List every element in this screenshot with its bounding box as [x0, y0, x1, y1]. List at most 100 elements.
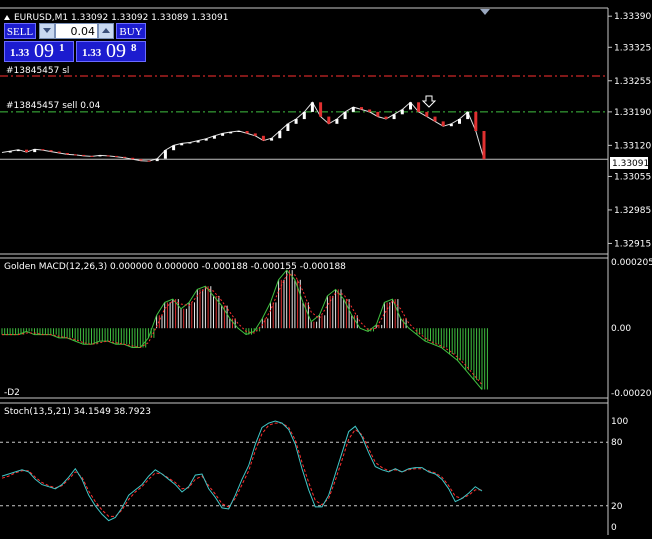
price-tick-label: 1.33390: [614, 12, 651, 22]
price-candle: [458, 119, 461, 124]
price-candle: [261, 135, 265, 141]
lot-size-input[interactable]: [55, 23, 98, 39]
price-candle: [294, 119, 298, 124]
buy-price-prefix: 1.33: [82, 47, 102, 59]
price-tick-label: 1.32985: [614, 206, 651, 216]
price-candle: [163, 150, 167, 159]
buy-price-button[interactable]: 1.33 09 8: [76, 40, 146, 62]
entry-order-label: #13845457 sell 0.04: [6, 101, 101, 111]
current-price-text: 1.33091: [612, 159, 649, 169]
price-candle: [253, 133, 257, 136]
price-candle: [392, 114, 396, 120]
sell-price-fraction: 1: [59, 42, 65, 54]
price-candle: [25, 149, 28, 153]
price-candle: [16, 149, 20, 152]
price-tick-label: 1.32915: [614, 239, 651, 249]
price-candle: [33, 149, 37, 153]
price-candle: [335, 119, 339, 124]
price-candle: [196, 140, 200, 143]
price-candle: [106, 155, 110, 157]
buy-price-fraction: 8: [131, 42, 137, 54]
price-candle: [270, 138, 274, 141]
macd-bottom-left-label: -D2: [4, 388, 20, 398]
price-candle: [474, 111, 478, 131]
price-candle: [360, 107, 363, 110]
chart-canvas[interactable]: EURUSD,M1 1.33092 1.33092 1.33089 1.3309…: [0, 0, 652, 535]
buy-button[interactable]: BUY: [116, 23, 146, 39]
chart-window[interactable]: EURUSD,M1 1.33092 1.33092 1.33089 1.3309…: [0, 0, 652, 535]
stoch-tick-label: 80: [611, 438, 623, 448]
price-candle: [212, 135, 216, 139]
price-candle: [327, 116, 331, 124]
price-candle: [123, 156, 126, 158]
price-candle: [425, 111, 429, 117]
lot-decrease-button[interactable]: [39, 23, 55, 39]
price-candle: [8, 151, 12, 153]
price-candle: [302, 111, 306, 120]
sell-price-button[interactable]: 1.33 09 1: [4, 40, 74, 62]
price-tick-label: 1.33190: [614, 108, 651, 118]
price-tick-label: 1.33055: [614, 172, 651, 182]
price-candle: [278, 131, 282, 139]
price-candle: [319, 102, 323, 117]
price-candle: [351, 107, 355, 112]
price-candle: [57, 151, 61, 153]
price-candle: [376, 111, 380, 117]
price-candle: [204, 138, 208, 141]
price-candle: [180, 143, 184, 146]
price-candle: [188, 142, 192, 144]
price-tick-label: 1.33120: [614, 141, 651, 151]
price-candle: [400, 109, 404, 115]
price-candle: [98, 155, 102, 157]
stoch-tick-label: 0: [611, 523, 617, 533]
lot-increase-button[interactable]: [98, 23, 114, 39]
price-candle: [409, 102, 412, 110]
price-candle: [384, 116, 388, 119]
price-candle: [237, 131, 241, 132]
macd-label: Golden MACD(12,26,3) 0.000000 0.000000 -…: [4, 262, 346, 272]
price-candle: [147, 160, 151, 162]
price-tick-label: 1.33325: [614, 43, 651, 53]
chart-ohlc-values: 1.33092 1.33092 1.33089 1.33091: [71, 13, 228, 23]
price-candle: [466, 111, 470, 120]
price-candle: [449, 123, 453, 127]
price-candle: [90, 155, 94, 157]
price-candle: [482, 131, 486, 160]
price-candle: [286, 123, 290, 131]
price-tick-label: 1.33255: [614, 77, 651, 87]
price-candle: [155, 158, 159, 162]
price-candle: [139, 159, 143, 161]
stop-loss-label: #13845457 sl: [6, 66, 69, 76]
price-candle: [41, 149, 45, 151]
macd-top-tick: 0.000205: [611, 258, 652, 268]
price-candle: [441, 121, 445, 127]
price-candle: [114, 155, 118, 157]
buy-price-pips: 09: [106, 40, 126, 62]
price-candle: [433, 116, 437, 122]
stoch-tick-label: 100: [611, 417, 628, 427]
macd-bottom-tick: -0.000207: [611, 389, 652, 399]
price-candle: [343, 111, 347, 120]
price-candle: [172, 145, 176, 151]
chart-symbol-title: EURUSD,M1: [14, 13, 68, 23]
price-candle: [310, 102, 314, 112]
price-candle: [65, 153, 69, 155]
macd-zero-tick: 0.00: [611, 324, 631, 334]
price-candle: [229, 132, 233, 134]
price-candle: [49, 150, 53, 152]
price-candle: [82, 154, 86, 156]
sell-price-pips: 09: [34, 40, 54, 62]
price-candle: [131, 157, 135, 160]
price-candle: [245, 131, 249, 134]
price-candle: [74, 154, 77, 156]
stoch-label: Stoch(13,5,21) 34.1549 38.7923: [4, 407, 151, 417]
sell-button[interactable]: SELL: [4, 23, 36, 39]
stoch-tick-label: 20: [611, 502, 623, 512]
chevron-up-icon: [102, 28, 110, 33]
price-candle: [221, 133, 225, 136]
one-click-trading-panel: SELL BUY 1.33 09 1 1.33 09 8: [4, 23, 146, 62]
sell-price-prefix: 1.33: [10, 47, 30, 59]
price-candle: [417, 102, 421, 112]
price-candle: [368, 109, 372, 112]
chevron-down-icon: [43, 28, 51, 33]
